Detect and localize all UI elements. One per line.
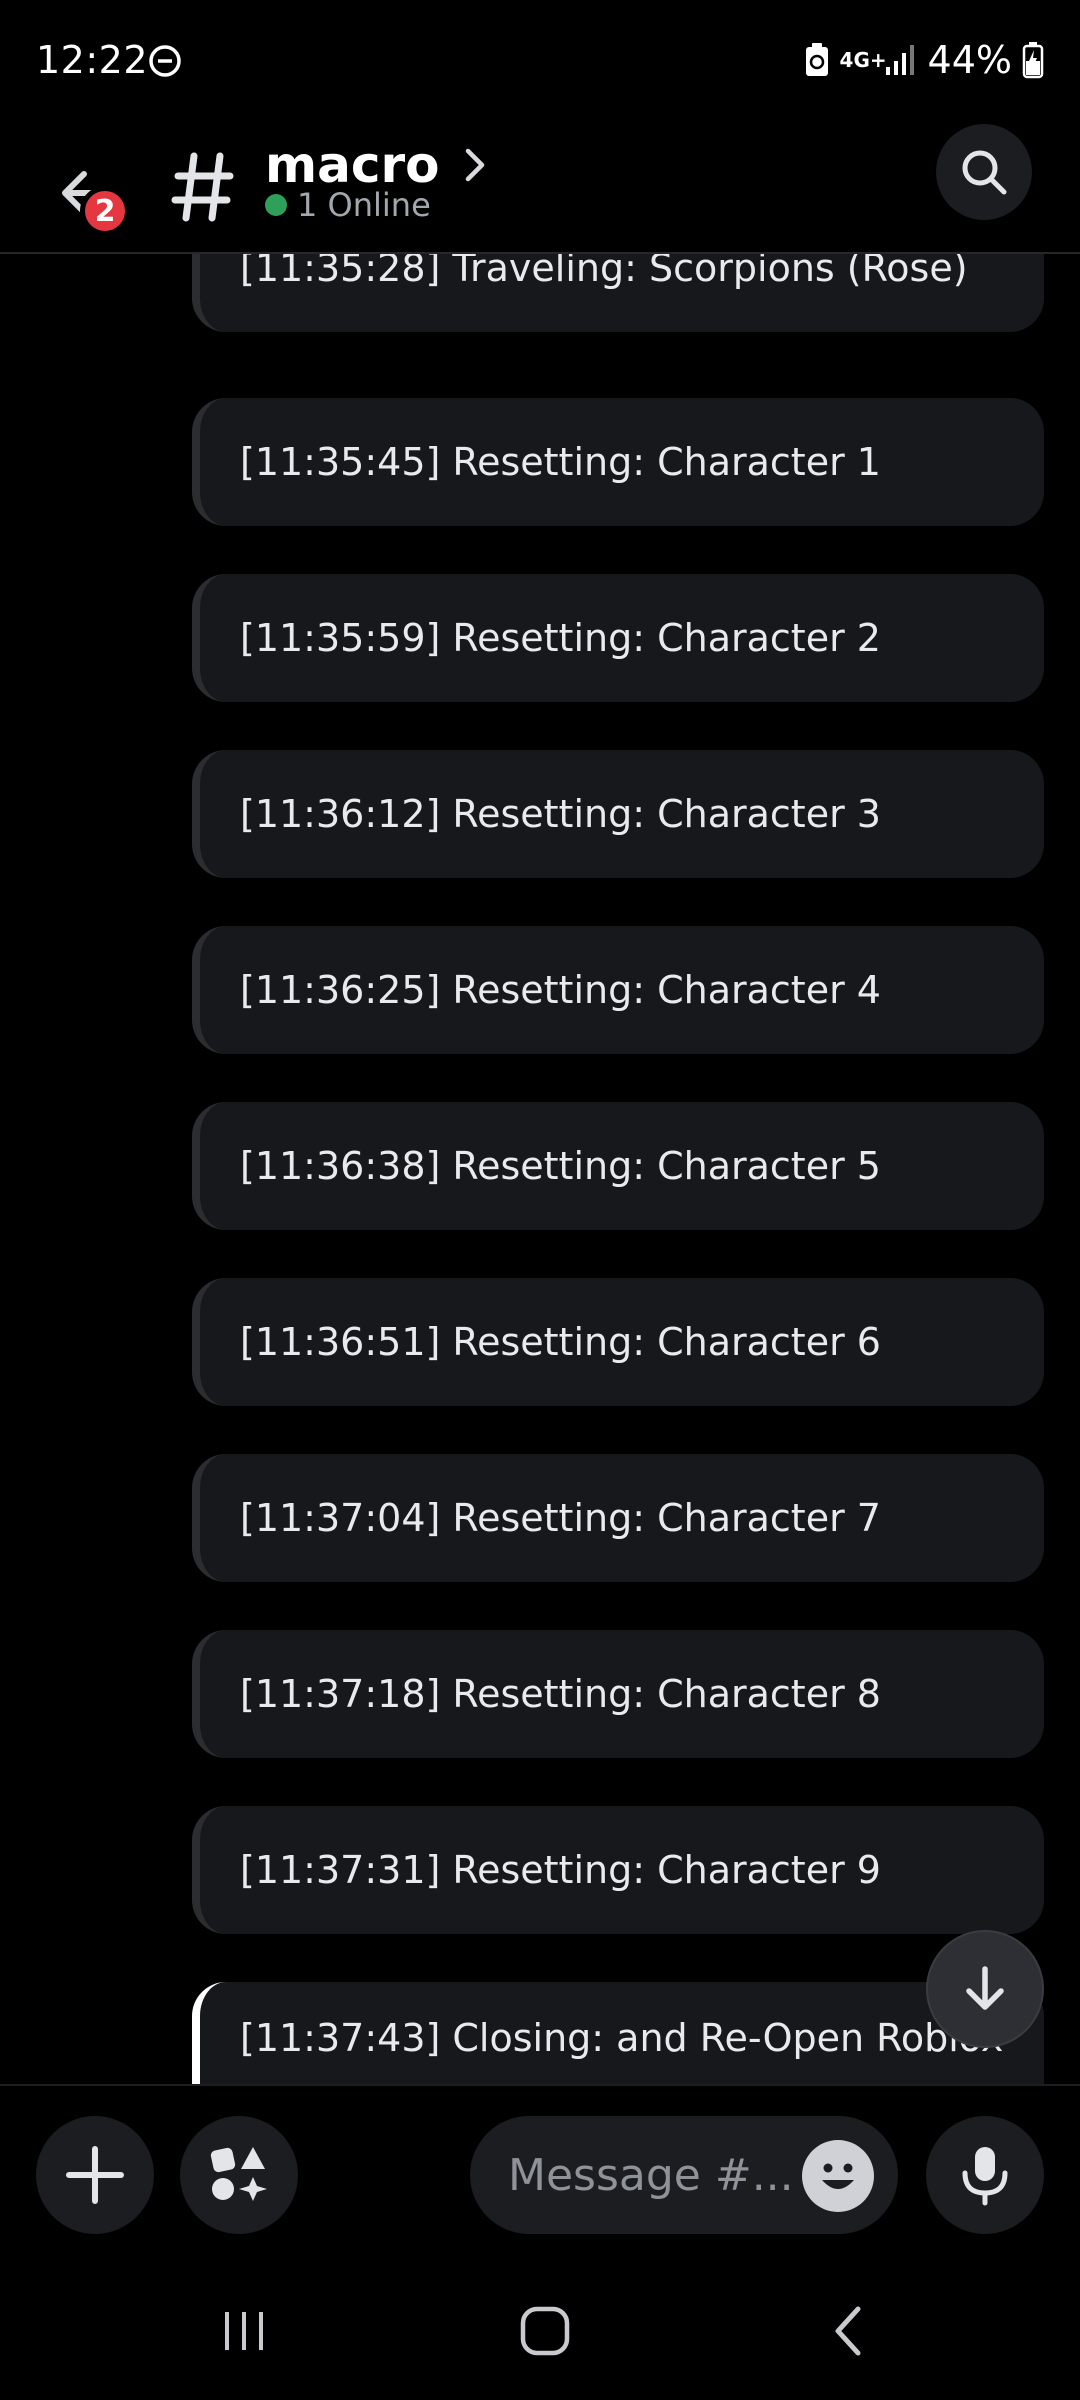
emoji-icon — [822, 2163, 854, 2189]
recent-apps-icon — [225, 2312, 263, 2350]
apps-icon — [210, 2147, 267, 2201]
battery-charging-icon — [1022, 42, 1044, 79]
message-embed[interactable]: [11:36:12] Resetting: Character 3 — [192, 750, 1044, 878]
message-embed[interactable]: [11:36:38] Resetting: Character 5 — [192, 1102, 1044, 1230]
message-embed-latest[interactable]: [11:37:43] Closing: and Re-Open Roblox — [192, 1982, 1044, 2084]
message-text: [11:35:28] Traveling: Scorpions (Rose) — [240, 254, 968, 290]
message-embed[interactable]: [11:36:51] Resetting: Character 6 — [192, 1278, 1044, 1406]
channel-header: 2 macro 1 Online — [0, 120, 1080, 254]
message-embed[interactable]: [11:37:04] Resetting: Character 7 — [192, 1454, 1044, 1582]
message-embed[interactable]: [11:35:45] Resetting: Character 1 — [192, 398, 1044, 526]
jump-to-present-button[interactable] — [926, 1930, 1044, 2048]
apps-button[interactable] — [180, 2116, 298, 2234]
do-not-disturb-icon — [149, 45, 181, 77]
message-embed[interactable]: [11:35:59] Resetting: Character 2 — [192, 574, 1044, 702]
system-back-button[interactable] — [808, 2296, 888, 2366]
chevron-right-icon — [465, 148, 484, 182]
online-status: 1 Online — [265, 186, 431, 224]
hash-icon — [171, 152, 234, 222]
search-button[interactable] — [936, 124, 1032, 220]
unread-badge: 2 — [80, 186, 130, 236]
message-text: [11:37:04] Resetting: Character 7 — [240, 1496, 881, 1540]
message-text: [11:35:45] Resetting: Character 1 — [240, 440, 881, 484]
message-text: [11:36:12] Resetting: Character 3 — [240, 792, 881, 836]
home-icon — [520, 2306, 570, 2356]
message-text: [11:35:59] Resetting: Character 2 — [240, 616, 881, 660]
online-count: 1 Online — [297, 186, 431, 224]
message-embed[interactable]: [11:37:18] Resetting: Character 8 — [192, 1630, 1044, 1758]
channel-title-button[interactable]: macro — [265, 140, 488, 190]
message-text: [11:36:51] Resetting: Character 6 — [240, 1320, 881, 1364]
message-text: [11:37:43] Closing: and Re-Open Roblox — [240, 2016, 1004, 2060]
message-text: [11:36:25] Resetting: Character 4 — [240, 968, 881, 1012]
battery-saver-icon — [805, 43, 828, 76]
message-list[interactable]: [11:35:28] Traveling: Scorpions (Rose) [… — [0, 254, 1080, 2084]
microphone-icon — [962, 2147, 1008, 2206]
signal-icon — [885, 45, 914, 75]
message-embed[interactable]: [11:36:25] Resetting: Character 4 — [192, 926, 1044, 1054]
system-navigation-bar — [0, 2264, 1080, 2400]
recent-apps-button[interactable] — [204, 2296, 284, 2366]
message-embed[interactable]: [11:35:28] Traveling: Scorpions (Rose) — [192, 254, 1044, 332]
status-time: 12:22 — [36, 38, 149, 82]
status-bar: 12:22 4G+ 44% — [0, 0, 1080, 120]
plus-icon — [66, 2146, 124, 2204]
battery-percent: 44% — [927, 38, 1012, 82]
emoji-button[interactable] — [802, 2140, 874, 2212]
voice-message-button[interactable] — [926, 2116, 1044, 2234]
online-dot — [265, 194, 287, 216]
message-text: [11:37:31] Resetting: Character 9 — [240, 1848, 881, 1892]
message-text: [11:37:18] Resetting: Character 8 — [240, 1672, 881, 1716]
arrow-down-icon — [966, 1966, 1004, 2010]
back-button[interactable]: 2 — [44, 144, 144, 244]
message-composer — [0, 2084, 1080, 2264]
channel-name: macro — [265, 136, 440, 194]
network-type: 4G+ — [839, 48, 887, 72]
home-button[interactable] — [505, 2296, 585, 2366]
search-icon — [962, 150, 1007, 195]
back-chevron-icon — [835, 2306, 861, 2356]
add-attachment-button[interactable] — [36, 2116, 154, 2234]
message-text: [11:36:38] Resetting: Character 5 — [240, 1144, 881, 1188]
message-embed[interactable]: [11:37:31] Resetting: Character 9 — [192, 1806, 1044, 1934]
status-icons: 4G+ 44% — [804, 36, 1044, 84]
